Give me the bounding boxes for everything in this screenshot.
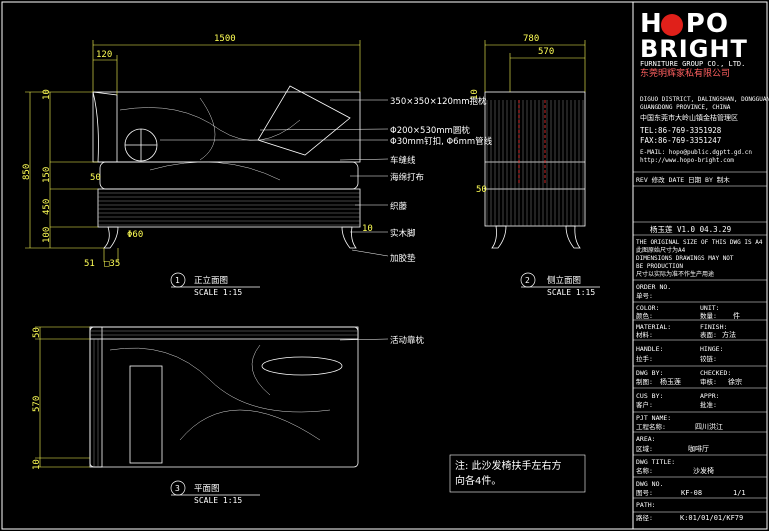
view-front-scale: SCALE 1:15 xyxy=(194,288,243,297)
dwg-no-value: KF-08 xyxy=(681,489,703,497)
prj-label: PJT NAME: xyxy=(636,414,672,422)
path-cn: 路径: xyxy=(636,514,653,522)
view-plan-scale: SCALE 1:15 xyxy=(194,496,243,505)
callout-foam: 海绵打布 xyxy=(390,173,425,183)
dim-front-seat: 150 xyxy=(42,166,52,183)
dwg-no-label: DWG NO. xyxy=(636,480,664,488)
dim-side-seat: 570 xyxy=(538,47,555,57)
title-label: DWG TITLE: xyxy=(636,458,676,466)
checked-label: CHECKED: xyxy=(700,369,732,377)
callout-wood-leg: 实木脚 xyxy=(390,229,416,239)
color-cn: 颜色: xyxy=(636,312,653,320)
callout-cushion: 活动靠枕 xyxy=(390,336,425,346)
fax: FAX:86-769-3351247 xyxy=(640,136,722,145)
order-no-label: ORDER NO. xyxy=(636,283,672,291)
view-side-title: 侧立面图 xyxy=(547,276,582,286)
title-cn: 名称: xyxy=(636,467,653,475)
brand-company: 东莞明辉家私有限公司 xyxy=(640,69,731,79)
handle-cn: 拉手: xyxy=(636,355,653,363)
callout-stitch: 车缝线 xyxy=(390,156,416,166)
dim-side-left: 50 xyxy=(476,185,487,195)
dim-front-foot-b: □35 xyxy=(104,259,121,269)
dwg-by-value: 杨玉莲 xyxy=(660,378,681,386)
dim-front-arm: 120 xyxy=(96,50,113,60)
dim-front-foot-a: 51 xyxy=(84,259,95,269)
view-side-number: 2 xyxy=(525,276,530,285)
dim-front-height: 850 xyxy=(22,163,32,180)
area-label: AREA: xyxy=(636,435,656,443)
web: http://www.hopo-bright.com xyxy=(640,157,734,164)
tel: TEL:86-769-3351928 xyxy=(640,126,722,135)
appr-label: APPR: xyxy=(700,392,720,400)
notice-5: 尺寸以实际为准不作生产用途 xyxy=(636,271,715,278)
dim-plan-top: 50 xyxy=(32,327,42,338)
cus-by-label: CUS BY: xyxy=(636,392,664,400)
path-value: K:01/01/01/KF79 xyxy=(680,514,744,522)
note: 注: 此沙发椅扶手左右方 向各4件。 xyxy=(455,459,562,489)
appr-cn: 批准: xyxy=(700,401,717,409)
checked-cn: 审核: xyxy=(700,378,717,386)
dim-front-leg: 100 xyxy=(42,226,52,243)
view-plan-title: 平面图 xyxy=(194,484,220,494)
title-value: 沙发椅 xyxy=(693,467,714,475)
area-cn: 区域: xyxy=(636,445,653,453)
addr-cn: 中国东莞市大岭山镇金桔管理区 xyxy=(640,114,738,122)
note-line-2: 向各4件。 xyxy=(455,476,502,487)
area-value: 咖啡厅 xyxy=(688,445,709,453)
dim-front-width: 1500 xyxy=(214,34,236,44)
hinge-label: HINGE: xyxy=(700,345,724,353)
rev-row: 杨玉莲 V1.0 04.3.29 xyxy=(650,225,732,234)
dim-front-base: 450 xyxy=(42,198,52,215)
front-view xyxy=(92,85,361,249)
note-line-1: 注: 此沙发椅扶手左右方 xyxy=(455,461,562,472)
callout-pillow: 350×350×120mm抱枕 xyxy=(390,97,487,107)
dim-front-leg-right: 10 xyxy=(362,224,373,234)
rev-header: REV 修改 DATE 日期 BY 制木 xyxy=(636,176,730,184)
path-label: PATH: xyxy=(636,501,656,509)
dim-front-side: 50 xyxy=(90,173,101,183)
callout-button: Φ30mm钉扣, Φ6mm管线 xyxy=(390,137,493,147)
material-cn: 材料: xyxy=(636,331,653,339)
addr-en-2: GUANGDONG PROVINCE, CHINA xyxy=(640,104,731,111)
dim-plan-mid: 570 xyxy=(32,395,42,412)
prj-cn: 工程名称: xyxy=(636,423,666,431)
callout-rubber-pad: 加胶垫 xyxy=(390,254,416,264)
view-front-title: 正立面图 xyxy=(194,276,229,286)
prj-value: 四川洪江 xyxy=(695,423,723,431)
callout-wicker: 织藤 xyxy=(390,202,408,212)
checked-value: 徐宗 xyxy=(728,378,742,386)
sheet-value: 1/1 xyxy=(733,489,746,497)
brand-group: FURNITURE GROUP CO., LTD. xyxy=(640,60,746,68)
logo-bright: BRIGHT xyxy=(640,35,748,63)
dwg-no-cn: 图号: xyxy=(636,489,653,497)
unit-cn: 数量: xyxy=(700,312,717,320)
hinge-cn: 铰链: xyxy=(700,355,717,363)
cus-by-cn: 客户: xyxy=(636,401,653,409)
finish-cn: 表面: xyxy=(700,331,717,339)
view-plan-number: 3 xyxy=(175,484,180,493)
order-no-cn: 单号: xyxy=(636,292,653,300)
finish-value: 方法 xyxy=(722,331,736,339)
view-front-number: 1 xyxy=(175,276,180,285)
dim-plan-bottom: 10 xyxy=(32,459,42,470)
dwg-by-cn: 制图: xyxy=(636,378,653,386)
handle-label: HANDLE: xyxy=(636,345,664,353)
dim-front-leg-dia: Φ60 xyxy=(127,230,144,240)
dim-side-depth: 780 xyxy=(523,34,540,44)
dim-front-top: 10 xyxy=(42,89,52,100)
view-side-scale: SCALE 1:15 xyxy=(547,288,596,297)
unit-value: 件 xyxy=(733,312,740,320)
dwg-by-label: DWG BY: xyxy=(636,369,664,377)
